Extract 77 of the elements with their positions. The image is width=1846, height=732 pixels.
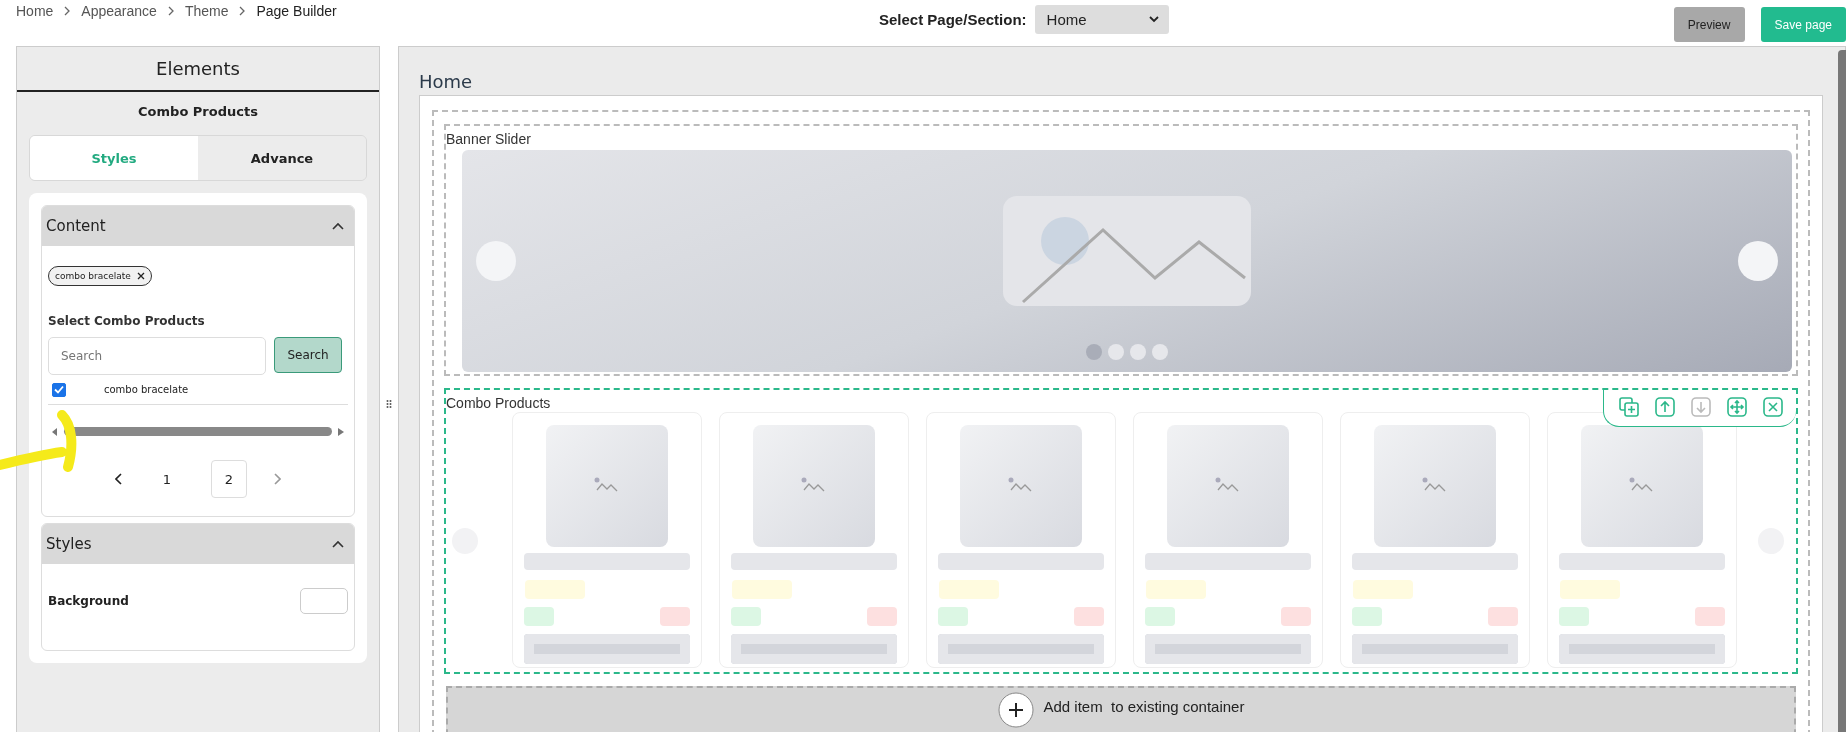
close-icon[interactable] — [136, 272, 145, 280]
badge-skeleton — [1351, 607, 1382, 626]
slide-dot[interactable] — [1130, 344, 1146, 360]
field-label: Background — [48, 594, 129, 608]
chevron-right-icon — [63, 6, 72, 16]
vertical-scrollbar[interactable] — [1838, 50, 1846, 732]
image-placeholder-icon — [1373, 425, 1496, 547]
page-number[interactable]: 1 — [149, 460, 185, 498]
page-title: Home — [419, 73, 474, 91]
price-skeleton — [938, 580, 999, 599]
image-placeholder-icon — [752, 425, 875, 547]
image-placeholder-icon — [545, 425, 668, 547]
slide-dot[interactable] — [1086, 344, 1102, 360]
scroll-left-icon[interactable] — [52, 427, 58, 436]
duplicate-icon[interactable] — [1618, 396, 1640, 418]
badge-skeleton — [937, 607, 968, 626]
panel-title: Elements — [17, 47, 379, 92]
price-skeleton — [1352, 580, 1413, 599]
tag-chip: combo bracelate — [48, 266, 152, 286]
breadcrumb-link[interactable]: Appearance — [81, 3, 157, 19]
badge-skeleton — [1073, 607, 1104, 626]
badge-skeleton — [866, 607, 897, 626]
price-skeleton — [731, 580, 792, 599]
section-label: Banner Slider — [446, 131, 531, 147]
drag-handle-icon[interactable] — [386, 399, 392, 409]
price-skeleton — [524, 580, 585, 599]
search-button[interactable]: Search — [274, 337, 342, 373]
result-row[interactable]: combo bracelate — [48, 375, 348, 405]
accordion-header[interactable]: Content — [42, 206, 354, 246]
badge-skeleton — [1694, 607, 1725, 626]
previous-page-icon[interactable] — [115, 473, 123, 485]
plus-icon — [997, 692, 1034, 728]
next-page-icon[interactable] — [273, 473, 281, 485]
panel-subtitle: Combo Products — [137, 103, 259, 121]
add-item-bar[interactable]: Add item to existing container — [446, 686, 1796, 732]
breadcrumb-link[interactable]: Home — [16, 3, 54, 19]
badge-skeleton — [730, 607, 761, 626]
page-number[interactable]: 2 — [211, 460, 247, 498]
breadcrumb-link[interactable]: Theme — [184, 3, 229, 19]
image-placeholder-icon — [1166, 425, 1289, 547]
chevron-right-icon — [238, 6, 247, 16]
search-field[interactable]: Search — [48, 337, 266, 375]
breadcrumb-current: Page Builder — [256, 3, 337, 19]
page-select[interactable]: Home — [1034, 5, 1169, 34]
color-picker[interactable] — [300, 588, 348, 614]
field-label: Select Combo Products — [48, 314, 206, 328]
price-skeleton — [1145, 580, 1206, 599]
slide-dot[interactable] — [1152, 344, 1168, 360]
badge-skeleton — [1280, 607, 1311, 626]
delete-icon[interactable] — [1762, 396, 1784, 418]
badge-skeleton — [1558, 607, 1589, 626]
chevron-icon — [332, 540, 344, 548]
dropdown-caret-icon — [1148, 16, 1159, 23]
badge-skeleton — [659, 607, 690, 626]
move-icon[interactable] — [1726, 396, 1748, 418]
section-block[interactable]: Combo Products — [444, 388, 1798, 674]
page-select-label: Select Page/Section: — [879, 11, 1027, 28]
badge-skeleton — [1487, 607, 1518, 626]
badge-skeleton — [523, 607, 554, 626]
section-block[interactable]: Banner Slider — [444, 124, 1798, 376]
checkbox[interactable] — [52, 382, 66, 397]
result-label: combo bracelate — [104, 384, 189, 395]
move-up-icon[interactable] — [1654, 396, 1676, 418]
preview-button[interactable]: Preview — [1673, 7, 1745, 42]
scroll-right-icon[interactable] — [338, 427, 344, 436]
badge-skeleton — [1144, 607, 1175, 626]
move-down-icon[interactable] — [1690, 396, 1712, 418]
price-skeleton — [1559, 580, 1620, 599]
image-placeholder-icon — [1580, 425, 1703, 547]
accordion-header[interactable]: Styles — [42, 524, 354, 564]
chevron-icon — [332, 222, 344, 230]
image-placeholder-icon — [959, 425, 1082, 547]
chevron-right-icon — [166, 6, 175, 16]
slide-dot[interactable] — [1108, 344, 1124, 360]
image-placeholder-icon — [1003, 196, 1251, 306]
add-item-label: Add item to existing container — [1043, 698, 1245, 715]
section-label: Combo Products — [446, 395, 551, 411]
